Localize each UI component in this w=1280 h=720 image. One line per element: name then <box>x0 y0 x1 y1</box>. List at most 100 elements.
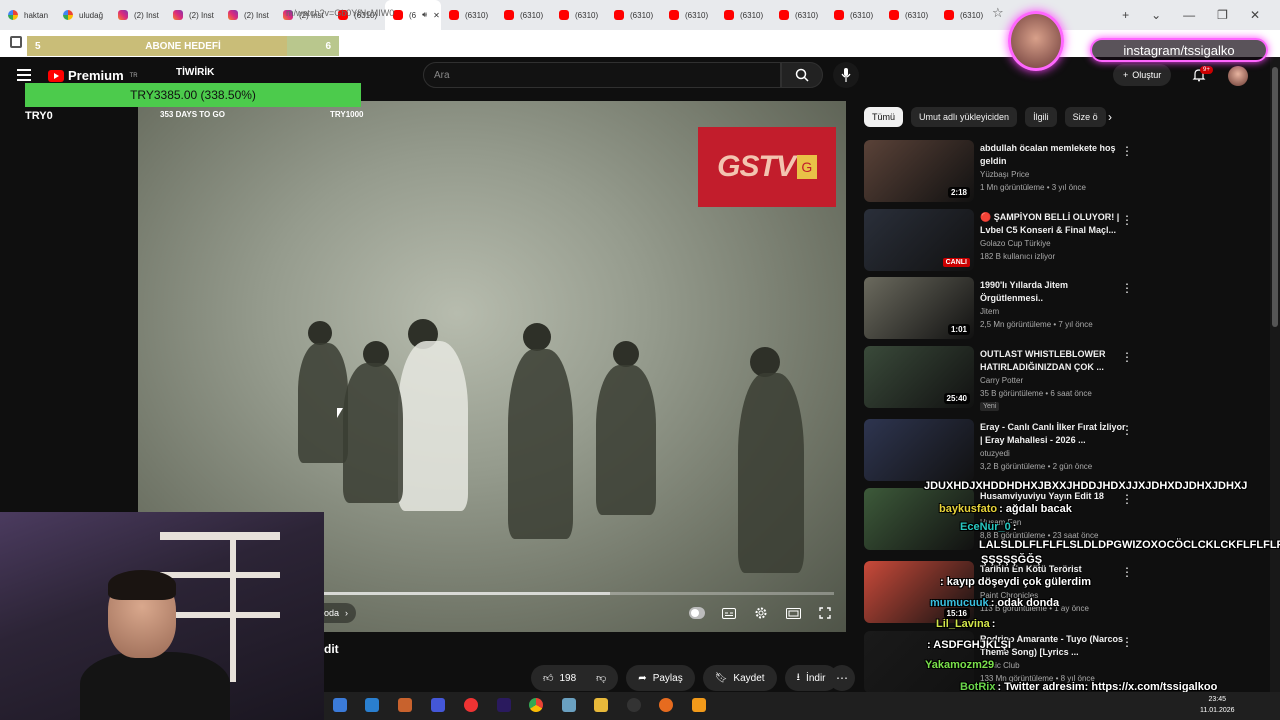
video-thumbnail[interactable] <box>864 488 974 550</box>
browser-tab[interactable]: (6310) <box>551 0 606 30</box>
youtube-logo[interactable]: Premium TR <box>48 68 138 83</box>
video-meta: 2,5 Mn görüntüleme • 7 yıl önce <box>980 320 1093 329</box>
taskbar-app-icon[interactable] <box>692 698 706 712</box>
streamer-webcam <box>0 512 324 720</box>
recommended-video[interactable]: 1:01 1990'lı Yıllarda Jitem Örgütlenmesi.… <box>864 277 1264 341</box>
more-vert-icon[interactable]: ⋮ <box>1121 492 1133 506</box>
recommended-video[interactable]: CANLI 🔴 ŞAMPİYON BELLİ OLUYOR! | Lvbel C5… <box>864 209 1264 273</box>
chat-username: Yakamozm29 <box>925 659 995 671</box>
search-button[interactable] <box>781 62 823 88</box>
channel-name[interactable]: Yüzbaşı Price <box>980 170 1029 179</box>
scrollbar-thumb[interactable] <box>1272 67 1278 327</box>
toggle-icon <box>689 607 705 619</box>
video-title[interactable]: OUTLAST WHISTLEBLOWER HATIRLADIĞINIZDAN … <box>980 348 1130 374</box>
channel-name[interactable]: Carry Potter <box>980 376 1023 385</box>
subtitles-button[interactable] <box>721 605 737 621</box>
taskbar-app-icon[interactable] <box>594 698 608 712</box>
browser-tab[interactable]: (2) Inst <box>110 0 165 30</box>
create-button[interactable]: + Oluştur <box>1113 64 1172 86</box>
voice-search-button[interactable] <box>833 62 859 88</box>
thumbs-down-icon[interactable]: 👎︎ <box>596 672 606 684</box>
more-vert-icon[interactable]: ⋮ <box>1121 423 1133 437</box>
filter-chip[interactable]: İlgili <box>1025 107 1057 127</box>
channel-name[interactable]: Golazo Cup Türkiye <box>980 239 1051 248</box>
video-title[interactable]: 🔴 ŞAMPİYON BELLİ OLUYOR! | Lvbel C5 Kons… <box>980 211 1130 237</box>
theater-mode-button[interactable] <box>785 605 801 621</box>
video-thumbnail[interactable]: CANLI <box>864 209 974 271</box>
video-thumbnail[interactable]: 1:01 <box>864 277 974 339</box>
chat-username: EceNur_0 <box>960 521 1011 533</box>
tab-list-icon[interactable]: ⌄ <box>1151 8 1161 22</box>
channel-name[interactable]: Jitem <box>980 307 999 316</box>
recommended-video[interactable]: 25:40 OUTLAST WHISTLEBLOWER HATIRLADIĞINI… <box>864 346 1264 411</box>
video-thumbnail[interactable] <box>864 419 974 481</box>
page-scrollbar[interactable] <box>1270 57 1280 720</box>
browser-tab[interactable]: (2) Inst <box>165 0 220 30</box>
taskbar-app-icon[interactable] <box>365 698 379 712</box>
share-button[interactable]: ➦ Paylaş <box>626 665 695 691</box>
browser-tab[interactable]: (6310) <box>716 0 771 30</box>
video-thumbnail[interactable]: 15:16 <box>864 561 974 623</box>
taskbar-app-icon[interactable] <box>464 698 478 712</box>
search-input[interactable]: Ara <box>423 62 781 88</box>
menu-icon[interactable] <box>17 69 31 84</box>
taskbar-app-icon[interactable] <box>398 698 412 712</box>
recommended-video[interactable]: Eray - Canlı Canlı İlker Fırat İzliyor |… <box>864 419 1264 483</box>
restore-icon[interactable]: ❐ <box>1217 8 1228 22</box>
taskbar-app-icon[interactable] <box>529 698 543 712</box>
filter-chip[interactable]: Umut adlı yükleyiciden <box>911 107 1018 127</box>
taskbar-app-icon[interactable] <box>659 698 673 712</box>
account-avatar[interactable] <box>1228 66 1248 86</box>
save-button[interactable]: 🔖︎ Kaydet <box>702 665 777 691</box>
taskbar-app-icon[interactable] <box>333 698 347 712</box>
minimize-icon[interactable]: — <box>1183 8 1195 22</box>
more-vert-icon[interactable]: ⋮ <box>1121 144 1133 158</box>
tab-label: uludağ <box>79 10 104 20</box>
close-window-icon[interactable]: ✕ <box>1250 8 1260 22</box>
new-tab-icon[interactable]: + <box>1122 8 1129 22</box>
close-tab-icon[interactable]: ✕ <box>433 11 440 20</box>
autoplay-toggle[interactable] <box>689 605 705 621</box>
more-vert-icon[interactable]: ⋮ <box>1121 565 1133 579</box>
chevron-right-icon[interactable]: › <box>1108 110 1112 124</box>
browser-tab[interactable]: uludağ <box>55 0 110 30</box>
taskbar-app-icon[interactable] <box>497 698 511 712</box>
browser-tab[interactable]: haktan <box>0 0 55 30</box>
browser-tab[interactable]: (6310) <box>881 0 936 30</box>
browser-tab[interactable]: (6310) <box>771 0 826 30</box>
filter-chip[interactable]: Tümü <box>864 107 904 127</box>
taskbar-app-icon[interactable] <box>562 698 576 712</box>
recommended-video[interactable]: 2:18 abdullah öcalan memlekete hoş geldin… <box>864 140 1264 204</box>
video-title[interactable]: Eray - Canlı Canlı İlker Fırat İzliyor |… <box>980 421 1130 447</box>
channel-name[interactable]: otuzyedi <box>980 449 1010 458</box>
browser-tab[interactable]: (6310) <box>441 0 496 30</box>
more-vert-icon[interactable]: ⋮ <box>1121 281 1133 295</box>
chapter-button[interactable]: oda › <box>324 603 357 623</box>
settings-button[interactable] <box>753 605 769 621</box>
browser-tab[interactable]: (6310) <box>936 0 991 30</box>
video-progress-bar[interactable] <box>324 592 834 595</box>
browser-tab[interactable]: (2) Inst <box>220 0 275 30</box>
video-thumbnail[interactable]: 2:18 <box>864 140 974 202</box>
bookmark-star-icon[interactable]: ☆ <box>992 5 1004 21</box>
more-vert-icon[interactable]: ⋮ <box>1121 350 1133 364</box>
browser-tab[interactable]: (6310) <box>496 0 551 30</box>
browser-tab[interactable]: (6310) <box>661 0 716 30</box>
fullscreen-button[interactable] <box>817 605 833 621</box>
tab-icon[interactable] <box>10 36 22 48</box>
more-actions-button[interactable]: ⋯ <box>829 665 855 691</box>
more-vert-icon[interactable]: ⋮ <box>1121 635 1133 649</box>
video-thumbnail[interactable]: 25:40 <box>864 346 974 408</box>
video-title[interactable]: abdullah öcalan memlekete hoş geldin <box>980 142 1130 168</box>
taskbar-app-icon[interactable] <box>431 698 445 712</box>
like-button[interactable]: 👍︎ 198 👎︎ <box>531 665 619 691</box>
more-vert-icon[interactable]: ⋮ <box>1121 213 1133 227</box>
browser-tab[interactable]: (6310) <box>606 0 661 30</box>
taskbar-app-icon[interactable] <box>627 698 641 712</box>
recommended-video[interactable]: 15:16 Tarihin En Kötü Terörist Paint Chron… <box>864 561 1264 625</box>
filter-chip[interactable]: Size ö <box>1064 107 1106 127</box>
browser-tab[interactable]: (6310) <box>826 0 881 30</box>
video-title[interactable]: 1990'lı Yıllarda Jitem Örgütlenmesi.. <box>980 279 1130 305</box>
url-text[interactable]: m/watch?v=Gb0YfNcMIW0 <box>286 8 394 18</box>
speaker-icon[interactable]: 🔊︎ <box>422 10 427 20</box>
